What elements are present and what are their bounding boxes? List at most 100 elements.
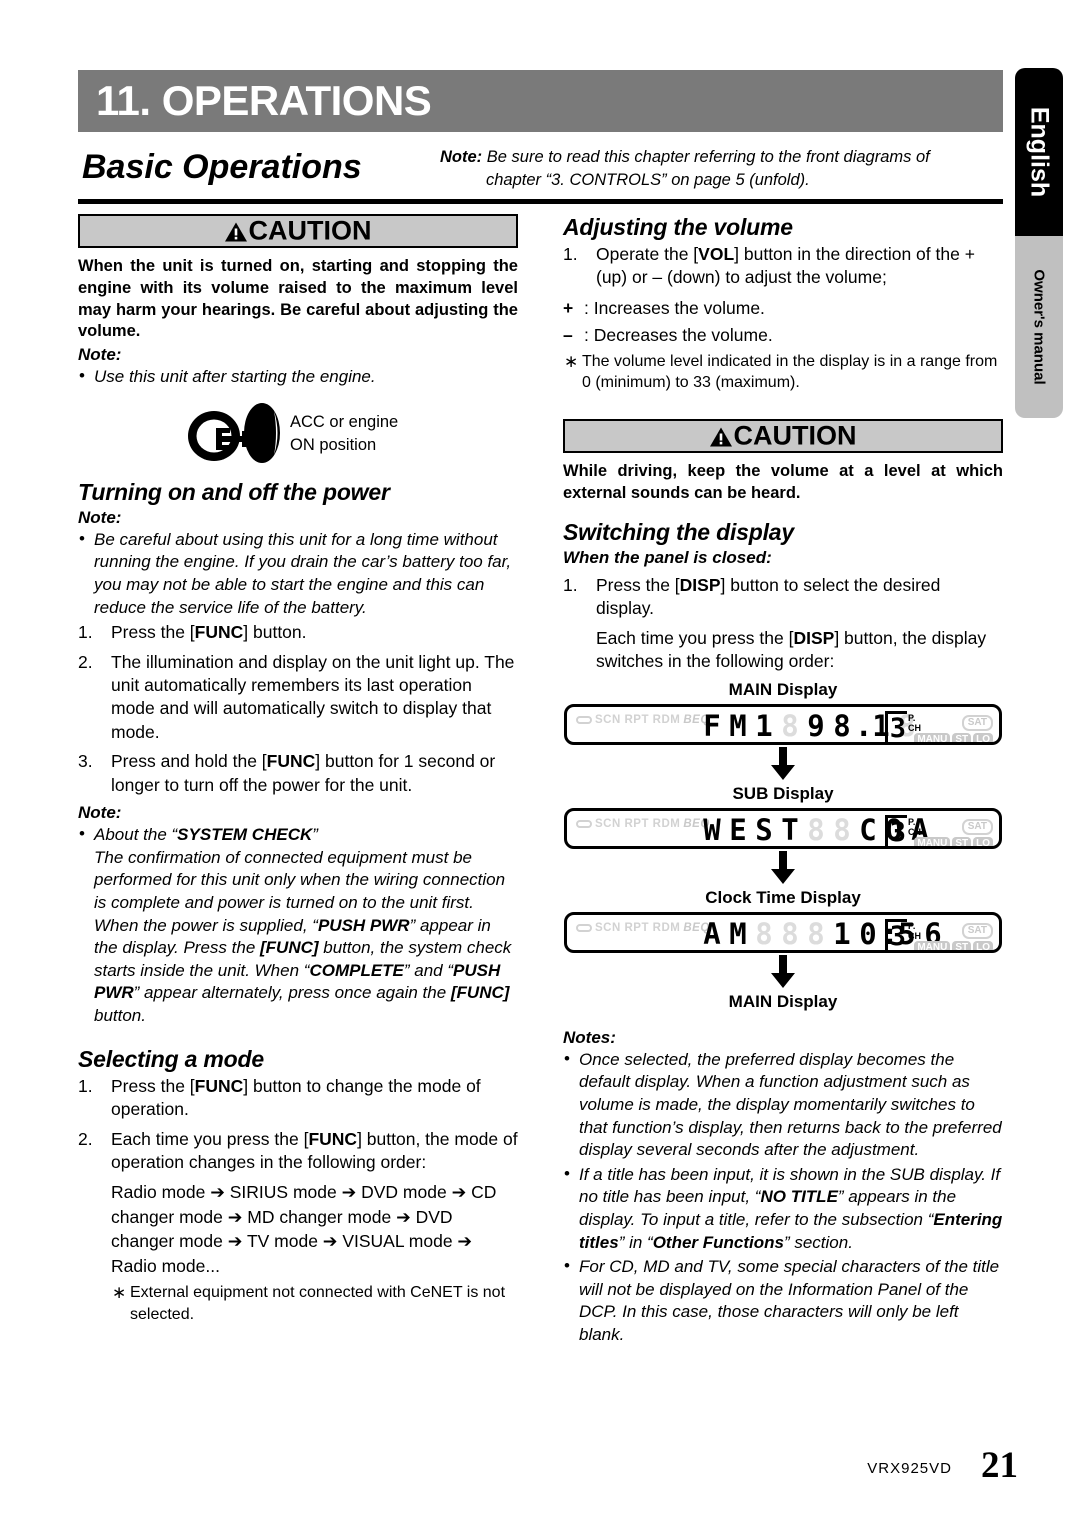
- flow-label-sub: SUB Display: [732, 783, 834, 803]
- syscheck-b5: [FUNC]: [450, 983, 510, 1003]
- warning-triangle-icon: [225, 222, 248, 243]
- step-number: 1.: [563, 244, 578, 264]
- caution-note-label-left: Note:: [78, 345, 122, 365]
- syscheck-b2: [FUNC]: [260, 938, 319, 958]
- flow-label-main-bottom: MAIN Display: [728, 991, 838, 1011]
- caution-note-bullet-left: Use this unit after starting the engine.: [78, 365, 518, 389]
- lcd-lo: LO: [973, 732, 993, 742]
- section-head-note: Note: Be sure to read this chapter refer…: [440, 146, 1002, 192]
- heading-turning-power: Turning on and off the power: [78, 478, 390, 505]
- lcd-char: M: [729, 916, 747, 951]
- syscheck-f: button.: [94, 1006, 146, 1026]
- lcd-char: F: [703, 708, 721, 743]
- section-header: Basic Operations Note: Be sure to read t…: [78, 140, 1003, 202]
- lcd-sat: SAT: [961, 818, 993, 835]
- ignition-key-figure: ACC or engine ON position: [78, 399, 518, 477]
- step-button-name: FUNC: [194, 622, 244, 643]
- switching-display-notes-label: Notes:: [563, 1027, 616, 1047]
- lcd-char-ghost: 8: [807, 812, 825, 847]
- lcd-scn-rpt-rdm: SCN RPT RDM: [595, 921, 681, 934]
- lcd-char: 1: [833, 916, 851, 951]
- left-column: CAUTION When the unit is turned on, star…: [78, 214, 518, 1328]
- lcd-char-ghost: 8: [833, 812, 851, 847]
- ignition-key-label: ACC or engine ON position: [290, 411, 398, 458]
- lcd-sat: SAT: [961, 714, 993, 731]
- switching-display-note-1: Once selected, the preferred display bec…: [563, 1048, 1003, 1162]
- lcd-char: 8: [833, 708, 851, 743]
- lcd-st: ST: [952, 940, 972, 950]
- side-tab-language: English: [1015, 68, 1063, 236]
- note2-other-functions: Other Functions: [652, 1232, 784, 1252]
- lcd-manu: MANU: [914, 732, 951, 742]
- note2-d: ” in “: [618, 1232, 653, 1252]
- lcd-manu: MANU: [914, 836, 951, 846]
- lcd-st: ST: [952, 836, 972, 846]
- heading-adjusting-volume: Adjusting the volume: [563, 214, 793, 240]
- lcd-display-clock: SCN RPT RDM BEQ A M 8 8 8 1 0 : 5 6 3 P.…: [564, 911, 1002, 953]
- turning-power-note-label: Note:: [78, 507, 122, 527]
- system-check-bullet: About the “SYSTEM CHECK” The confirmatio…: [78, 823, 518, 1028]
- step-text-pre: Press and hold the [: [111, 751, 267, 772]
- lcd-char: 9: [807, 708, 825, 743]
- adjusting-volume-step-1: 1. Operate the [VOL] button in the direct…: [563, 243, 1003, 290]
- step-text-pre: Press the [: [111, 1075, 195, 1096]
- lcd-indicators-right: SAT MANU ST LO: [914, 712, 993, 742]
- step-text-pre: Press the [: [596, 574, 680, 595]
- ignition-key-icon: [186, 401, 284, 472]
- system-check-tail: ”: [312, 825, 318, 845]
- syscheck-d: ” and “: [403, 960, 454, 980]
- lcd-char: W: [703, 812, 721, 847]
- lcd-char: 1: [755, 708, 773, 743]
- step-number: 1.: [78, 1075, 93, 1096]
- lcd-char-ghost: 8: [781, 916, 799, 951]
- caution-caption-right: CAUTION: [710, 421, 857, 452]
- chapter-title: 11. OPERATIONS: [96, 77, 432, 124]
- lcd-scn-rpt-rdm: SCN RPT RDM: [595, 713, 681, 726]
- lcd-char: T: [781, 812, 799, 847]
- side-tab: English Owner's manual: [1015, 68, 1063, 418]
- right-column: Adjusting the volume 1. Operate the [VOL]…: [563, 214, 1003, 1349]
- caution-body-right: While driving, keep the volume at a leve…: [563, 462, 1003, 503]
- head-note-line2: chapter “3. CONTROLS” on page 5 (unfold)…: [486, 170, 810, 189]
- lcd-oval-icon: [576, 819, 592, 828]
- lcd-indicators-left: SCN RPT RDM BEQ: [576, 922, 710, 934]
- note2-e: ” section.: [783, 1232, 853, 1252]
- syscheck-e: ” appear alternately, press once again t…: [133, 983, 451, 1003]
- step-text-pre: Operate the [: [596, 244, 699, 264]
- step-button-name: DISP: [679, 574, 721, 595]
- lcd-char: C: [859, 812, 877, 847]
- model-number: VRX925VD: [867, 1460, 952, 1477]
- side-tab-manual-label: Owner's manual: [1030, 269, 1048, 385]
- volume-star-note: The volume level indicated in the displa…: [563, 351, 1003, 394]
- caution-box-left: CAUTION: [78, 214, 518, 248]
- page-footer: VRX925VD 21: [0, 1438, 1080, 1498]
- step-number: 2.: [78, 1128, 93, 1149]
- lcd-preset-number: 3: [884, 918, 907, 950]
- heading-selecting-mode: Selecting a mode: [78, 1045, 264, 1072]
- lcd-char-ghost: 8: [755, 916, 773, 951]
- switching-display-subheading: When the panel is closed:: [563, 547, 772, 567]
- step-text-pre: Each time you press the [: [111, 1128, 309, 1149]
- step-text-pre: Press the [: [111, 622, 195, 643]
- heading-switching-display: Switching the display: [563, 518, 794, 545]
- lcd-indicators-right: SAT MANU ST LO: [914, 920, 993, 950]
- lcd-display-main: SCN RPT RDM BEQ F M 1 8 9 8 . 1 8 3 P. C…: [564, 703, 1002, 745]
- head-note-line1: Be sure to read this chapter referring t…: [486, 148, 930, 166]
- caution-box-right: CAUTION: [563, 419, 1003, 454]
- turning-power-note-bullet: Be careful about using this unit for a l…: [78, 528, 518, 619]
- plus-description: : Increases the volume.: [584, 297, 765, 318]
- warning-triangle-icon: [710, 427, 733, 448]
- syscheck-b3: COMPLETE: [309, 960, 404, 980]
- turning-power-step-2: 2. The illumination and display on the un…: [78, 651, 518, 745]
- system-check-body: The confirmation of connected equipment …: [94, 847, 518, 1028]
- head-note-label: Note:: [440, 148, 483, 166]
- lcd-indicator-row2: MANU ST LO: [914, 732, 993, 742]
- lcd-lo: LO: [973, 836, 993, 846]
- lcd-display-sub: SCN RPT RDM BEQ W E S T 8 8 C O A 3 P. C…: [564, 807, 1002, 849]
- para-pre: Each time you press the [: [596, 627, 794, 648]
- ignition-key-label-line1: ACC or engine: [290, 412, 399, 431]
- lcd-char: E: [729, 812, 747, 847]
- lcd-lo: LO: [973, 940, 993, 950]
- ignition-key-label-line2: ON position: [290, 436, 377, 455]
- minus-symbol: –: [563, 325, 573, 346]
